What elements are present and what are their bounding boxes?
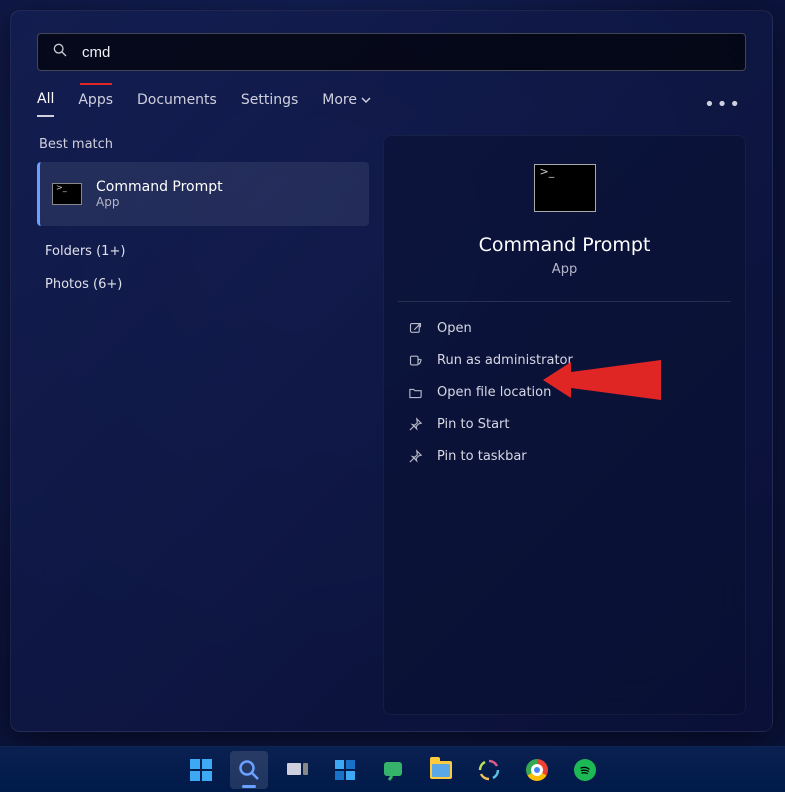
tab-documents[interactable]: Documents [137,92,217,116]
action-label: Pin to taskbar [437,449,527,464]
divider [398,301,731,302]
taskbar-app-file-explorer[interactable] [422,751,460,789]
open-icon [408,321,423,336]
action-open[interactable]: Open [398,312,731,344]
taskview-button[interactable] [278,751,316,789]
search-icon [237,758,261,782]
search-button[interactable] [230,751,268,789]
chrome-icon [526,759,548,781]
preview-subtitle: App [552,262,577,277]
search-input[interactable] [82,44,731,61]
spotify-icon [574,759,596,781]
tab-settings[interactable]: Settings [241,92,298,116]
overflow-menu-button[interactable]: ••• [704,94,746,115]
result-title: Command Prompt [96,179,223,195]
search-tabs: All Apps Documents Settings More ••• [37,91,746,117]
action-pin-to-start[interactable]: Pin to Start [398,408,731,440]
folder-icon [430,761,452,779]
shield-icon [408,353,423,368]
action-run-as-administrator[interactable]: Run as administrator [398,344,731,376]
action-pin-to-taskbar[interactable]: Pin to taskbar [398,440,731,472]
windows-logo-icon [190,759,212,781]
taskbar-app-chrome[interactable] [518,751,556,789]
taskbar-app-messaging[interactable] [374,751,412,789]
category-photos[interactable]: Photos (6+) [37,277,369,292]
category-folders[interactable]: Folders (1+) [37,244,369,259]
annotation-underline [80,83,112,85]
taskview-icon [285,758,309,782]
preview-pane: Command Prompt App Open Run as administr… [383,135,746,715]
folder-icon [408,385,423,400]
chevron-down-icon [361,95,371,105]
widgets-icon [333,758,357,782]
action-label: Run as administrator [437,353,573,368]
results-column: Best match Command Prompt App Folders (1… [37,135,369,715]
action-open-file-location[interactable]: Open file location [398,376,731,408]
action-label: Pin to Start [437,417,509,432]
best-match-label: Best match [39,137,369,152]
taskbar [0,746,785,792]
result-subtitle: App [96,195,223,209]
circle-arrows-icon [477,758,501,782]
pin-icon [408,417,423,432]
tab-all[interactable]: All [37,91,54,117]
taskbar-app-generic[interactable] [470,751,508,789]
start-search-panel: All Apps Documents Settings More ••• Bes… [10,10,773,732]
tab-apps[interactable]: Apps [78,92,113,116]
preview-title: Command Prompt [479,234,651,256]
search-icon [52,42,68,62]
action-label: Open file location [437,385,551,400]
start-button[interactable] [182,751,220,789]
pin-icon [408,449,423,464]
chat-icon [381,758,405,782]
search-box[interactable] [37,33,746,71]
widgets-button[interactable] [326,751,364,789]
tab-more[interactable]: More [322,92,371,116]
command-prompt-icon [534,164,596,212]
taskbar-app-spotify[interactable] [566,751,604,789]
command-prompt-icon [52,183,82,205]
action-list: Open Run as administrator Open file loca… [398,312,731,472]
action-label: Open [437,321,472,336]
best-match-result[interactable]: Command Prompt App [37,162,369,226]
